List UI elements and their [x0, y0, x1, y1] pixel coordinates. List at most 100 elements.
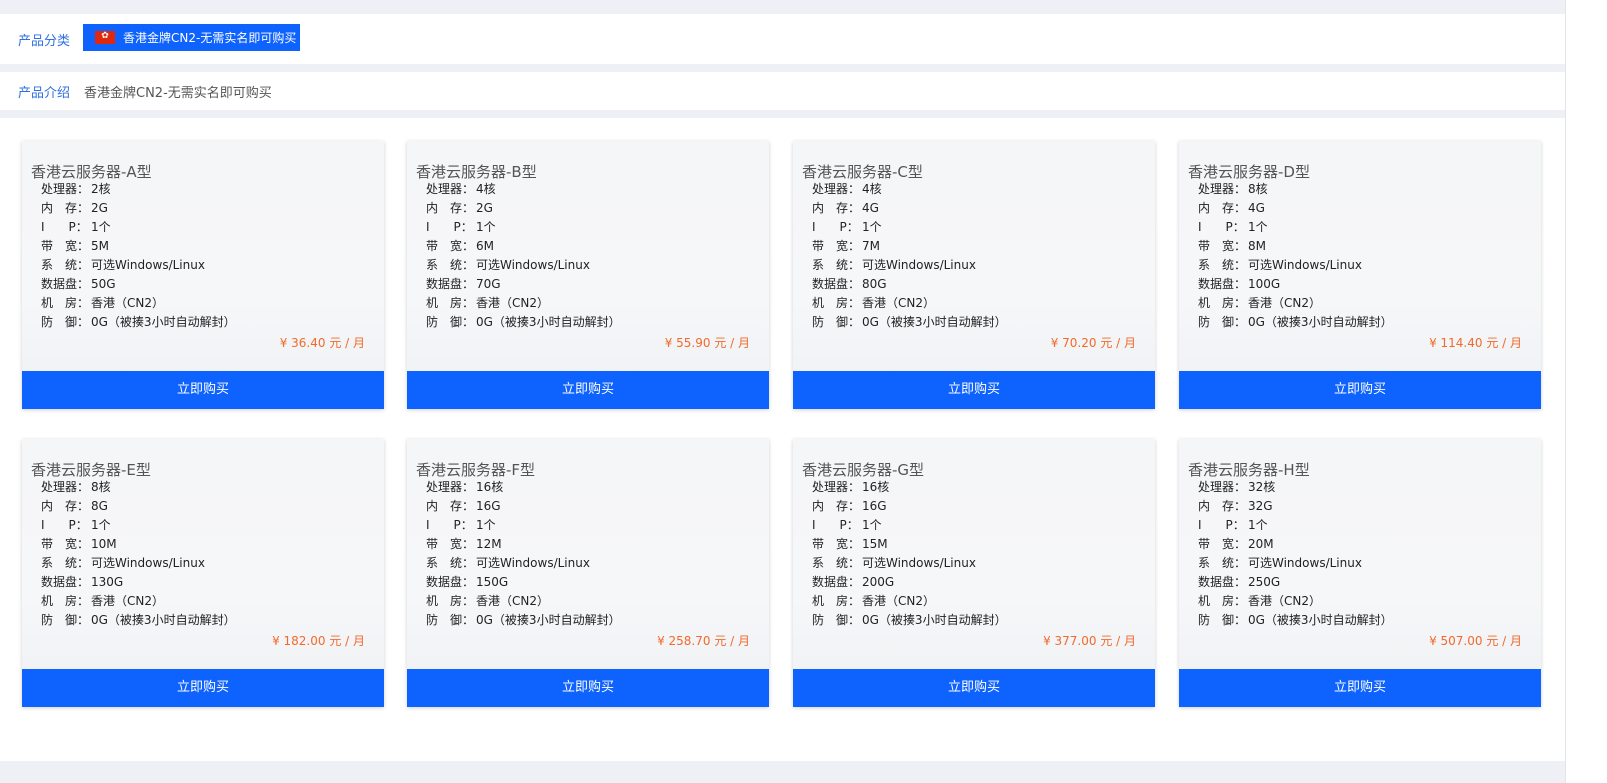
spec-label-ip: I P：	[426, 518, 473, 532]
product-title: 香港云服务器-E型	[31, 461, 151, 479]
spec-value-room: 香港（CN2）	[91, 296, 164, 310]
spec-row-defense: 防 御： 0G（被揍3小时自动解封）	[1198, 313, 1393, 332]
product-grid: 香港云服务器-A型 处理器： 2核内 存： 2G I P： 1个带 宽： 5M 系 统： 可选W…	[0, 118, 1565, 761]
buy-now-button[interactable]: 立即购买	[793, 669, 1155, 707]
spec-label-defense: 防 御：	[1198, 613, 1247, 627]
product-title: 香港云服务器-D型	[1188, 163, 1310, 181]
spec-list: 处理器： 8核内 存： 4G I P： 1个带 宽： 8M 系 统： 可选Windows/Li…	[1198, 180, 1393, 332]
spec-row-ip: I P： 1个	[1198, 218, 1393, 237]
spec-row-os: 系 统： 可选Windows/Linux	[812, 554, 1007, 573]
spec-row-defense: 防 御： 0G（被揍3小时自动解封）	[426, 313, 621, 332]
spec-value-room: 香港（CN2）	[862, 594, 935, 608]
spec-value-os: 可选Windows/Linux	[862, 556, 976, 570]
buy-now-button[interactable]: 立即购买	[1179, 669, 1541, 707]
spec-label-os: 系 统：	[812, 258, 861, 272]
product-card: 香港云服务器-F型 处理器： 16核内 存： 16G I P： 1个带 宽： 12M 系 统：…	[407, 439, 769, 707]
spec-row-cpu: 处理器： 16核	[426, 478, 621, 497]
spec-row-bandwidth: 带 宽： 15M	[812, 535, 1007, 554]
spec-row-room: 机 房： 香港（CN2）	[426, 294, 621, 313]
spec-value-disk: 70G	[476, 277, 501, 291]
buy-now-button[interactable]: 立即购买	[22, 371, 384, 409]
spec-label-room: 机 房：	[812, 296, 861, 310]
spec-row-cpu: 处理器： 8核	[41, 478, 236, 497]
spec-value-defense: 0G（被揍3小时自动解封）	[1248, 613, 1393, 627]
spec-row-ram: 内 存： 4G	[812, 199, 1007, 218]
buy-now-button[interactable]: 立即购买	[407, 371, 769, 409]
spec-label-ip: I P：	[1198, 220, 1245, 234]
product-card: 香港云服务器-D型 处理器： 8核内 存： 4G I P： 1个带 宽： 8M 系 统： 可选W…	[1179, 141, 1541, 409]
buy-now-button[interactable]: 立即购买	[1179, 371, 1541, 409]
spec-label-ram: 内 存：	[426, 499, 475, 513]
spec-row-room: 机 房： 香港（CN2）	[1198, 592, 1393, 611]
spec-label-cpu: 处理器：	[426, 182, 475, 196]
spec-value-disk: 200G	[862, 575, 895, 589]
spec-label-room: 机 房：	[812, 594, 861, 608]
spec-label-defense: 防 御：	[41, 613, 90, 627]
spec-value-defense: 0G（被揍3小时自动解封）	[862, 613, 1007, 627]
spec-row-ram: 内 存： 32G	[1198, 497, 1393, 516]
spec-label-disk: 数据盘：	[812, 575, 861, 589]
spec-list: 处理器： 4核内 存： 2G I P： 1个带 宽： 6M 系 统： 可选Windows/Li…	[426, 180, 621, 332]
spec-label-room: 机 房：	[41, 296, 90, 310]
spec-row-defense: 防 御： 0G（被揍3小时自动解封）	[1198, 611, 1393, 630]
spec-value-disk: 50G	[91, 277, 116, 291]
spec-row-defense: 防 御： 0G（被揍3小时自动解封）	[812, 313, 1007, 332]
spec-row-defense: 防 御： 0G（被揍3小时自动解封）	[41, 611, 236, 630]
intro-row: 产品介绍 香港金牌CN2-无需实名即可购买	[0, 72, 1565, 110]
spec-value-os: 可选Windows/Linux	[476, 258, 590, 272]
spec-list: 处理器： 16核内 存： 16G I P： 1个带 宽： 15M 系 统： 可选Windows…	[812, 478, 1007, 630]
spec-row-disk: 数据盘： 130G	[41, 573, 236, 592]
spec-value-bandwidth: 8M	[1248, 239, 1266, 253]
spec-label-bandwidth: 带 宽：	[812, 239, 861, 253]
spec-row-ram: 内 存： 16G	[426, 497, 621, 516]
product-title: 香港云服务器-A型	[31, 163, 152, 181]
spec-label-ram: 内 存：	[812, 499, 861, 513]
spec-row-os: 系 统： 可选Windows/Linux	[812, 256, 1007, 275]
spec-value-room: 香港（CN2）	[1248, 594, 1321, 608]
spec-row-bandwidth: 带 宽： 8M	[1198, 237, 1393, 256]
spec-label-defense: 防 御：	[41, 315, 90, 329]
spec-value-ip: 1个	[862, 220, 882, 234]
category-filter-button[interactable]: 香港金牌CN2-无需实名即可购买	[83, 24, 300, 51]
spec-row-room: 机 房： 香港（CN2）	[812, 592, 1007, 611]
spec-value-ram: 32G	[1248, 499, 1273, 513]
spec-row-cpu: 处理器： 4核	[426, 180, 621, 199]
product-price: ¥ 377.00 元 / 月	[1043, 634, 1136, 648]
spec-label-os: 系 统：	[1198, 258, 1247, 272]
spec-value-room: 香港（CN2）	[1248, 296, 1321, 310]
buy-now-button[interactable]: 立即购买	[793, 371, 1155, 409]
spec-row-cpu: 处理器： 8核	[1198, 180, 1393, 199]
spec-row-defense: 防 御： 0G（被揍3小时自动解封）	[426, 611, 621, 630]
spec-label-defense: 防 御：	[426, 613, 475, 627]
spec-row-bandwidth: 带 宽： 12M	[426, 535, 621, 554]
spec-label-room: 机 房：	[426, 296, 475, 310]
spec-value-cpu: 4核	[862, 182, 882, 196]
spec-row-ip: I P： 1个	[41, 218, 236, 237]
spec-list: 处理器： 32核内 存： 32G I P： 1个带 宽： 20M 系 统： 可选Windows…	[1198, 478, 1393, 630]
spec-label-cpu: 处理器：	[812, 480, 861, 494]
spec-label-ip: I P：	[812, 518, 859, 532]
spec-row-defense: 防 御： 0G（被揍3小时自动解封）	[41, 313, 236, 332]
spec-row-os: 系 统： 可选Windows/Linux	[426, 256, 621, 275]
spec-value-room: 香港（CN2）	[476, 594, 549, 608]
spec-label-ram: 内 存：	[812, 201, 861, 215]
spec-row-ram: 内 存： 2G	[426, 199, 621, 218]
spec-row-os: 系 统： 可选Windows/Linux	[1198, 554, 1393, 573]
spec-value-cpu: 32核	[1248, 480, 1276, 494]
spec-row-cpu: 处理器： 2核	[41, 180, 236, 199]
spec-value-cpu: 8核	[91, 480, 111, 494]
page-right-edge	[1565, 0, 1607, 783]
spec-row-ram: 内 存： 4G	[1198, 199, 1393, 218]
product-price: ¥ 507.00 元 / 月	[1429, 634, 1522, 648]
spec-value-ip: 1个	[1248, 220, 1268, 234]
spec-value-disk: 130G	[91, 575, 124, 589]
spec-value-ip: 1个	[476, 220, 496, 234]
spec-value-ip: 1个	[91, 220, 111, 234]
spec-value-defense: 0G（被揍3小时自动解封）	[91, 613, 236, 627]
product-title: 香港云服务器-F型	[416, 461, 536, 479]
spec-row-cpu: 处理器： 32核	[1198, 478, 1393, 497]
buy-now-button[interactable]: 立即购买	[22, 669, 384, 707]
spec-value-bandwidth: 5M	[91, 239, 109, 253]
product-price: ¥ 55.90 元 / 月	[664, 336, 750, 350]
buy-now-button[interactable]: 立即购买	[407, 669, 769, 707]
